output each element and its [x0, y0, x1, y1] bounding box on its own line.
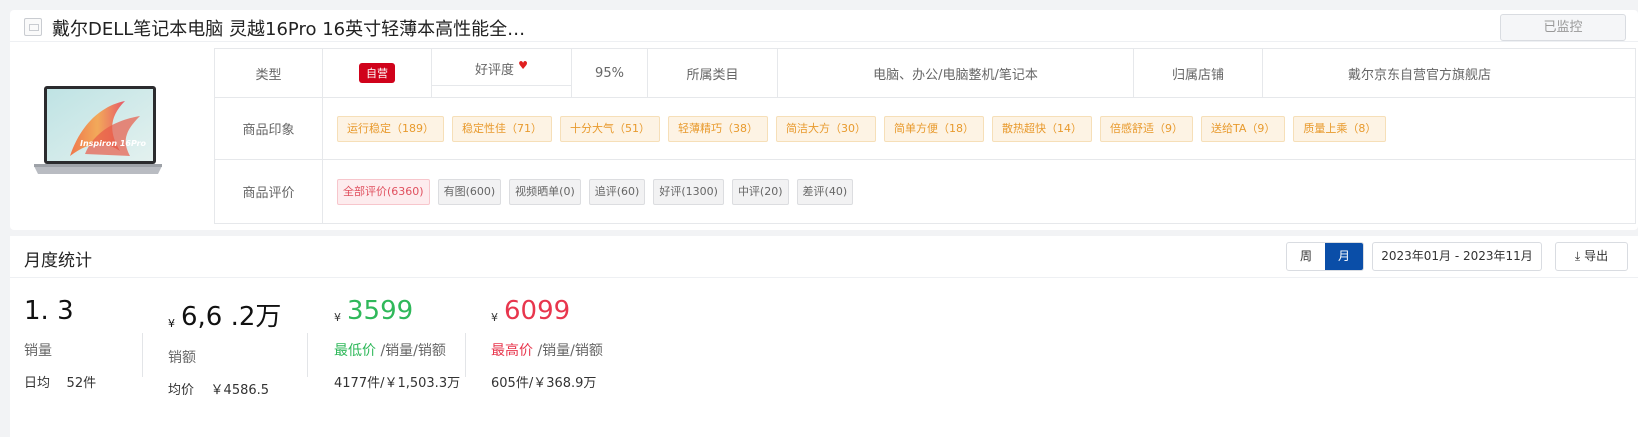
info-row-impressions: 商品印象 运行稳定（189） 稳定性佳（71） 十分大气（51） 轻薄精巧（38…: [215, 98, 1635, 160]
product-image-caption: Inspiron 16Pro: [80, 139, 147, 148]
comment-filter-neutral[interactable]: 中评(20): [731, 178, 789, 205]
daily-avg: 日均 52件: [24, 372, 96, 391]
lowest-price-value: 3599: [347, 296, 414, 326]
avg-price-label: 均价: [168, 383, 195, 398]
info-row-basic: 类型 自营 好评度 ♥ 95% 所属类目 电脑、办公/电脑整机/笔记本 归属店铺 …: [215, 49, 1635, 98]
comment-filter-positive[interactable]: 好评(1300): [653, 178, 724, 205]
lowest-price-detail: 4177件/￥1,503.3万: [334, 376, 461, 391]
currency-symbol: ¥: [491, 311, 498, 324]
monthly-stats-header: 月度统计 周 月 2023年01月 - 2023年11月 ⤓ 导出: [10, 236, 1638, 278]
comment-filter-video[interactable]: 视频晒单(0): [509, 178, 581, 205]
impression-tag[interactable]: 散热超快（14）: [992, 115, 1092, 142]
product-image[interactable]: Inspiron 16Pro: [30, 86, 166, 178]
avg-price-value: ￥4586.5: [210, 383, 270, 398]
revenue-label: 销额: [168, 350, 196, 366]
comment-filter-followup[interactable]: 追评(60): [588, 178, 646, 205]
store-value[interactable]: 戴尔京东自营官方旗舰店: [1263, 49, 1576, 97]
comment-label: 商品评价: [215, 160, 323, 223]
impression-tag[interactable]: 轻薄精巧（38）: [668, 115, 768, 142]
divider: [142, 333, 143, 377]
comment-filter-list: 全部评价(6360) 有图(600) 视频晒单(0) 追评(60) 好评(130…: [323, 160, 1635, 223]
comment-filter-with-image[interactable]: 有图(600): [437, 178, 502, 205]
export-label: 导出: [1584, 249, 1609, 263]
type-value-cell: 自营: [323, 49, 432, 97]
highest-price-label: 最高价 /销量/销额: [491, 343, 603, 359]
impression-tag[interactable]: 运行稳定（189）: [337, 115, 444, 142]
impression-tag[interactable]: 送给TA（9）: [1201, 115, 1286, 142]
product-title[interactable]: 戴尔DELL笔记本电脑 灵越16Pro 16英寸轻薄本高性能全…: [52, 15, 525, 41]
impression-tag[interactable]: 质量上乘（8）: [1293, 115, 1387, 142]
month-tab[interactable]: 月: [1325, 243, 1363, 270]
store-label: 归属店铺: [1134, 49, 1263, 97]
divider: [307, 333, 308, 377]
sales-label: 销量: [24, 343, 52, 359]
avg-price: 均价 ￥4586.5: [168, 379, 281, 398]
download-icon: ⤓: [1574, 249, 1581, 263]
info-row-comments: 商品评价 全部评价(6360) 有图(600) 视频晒单(0) 追评(60) 好…: [215, 160, 1635, 223]
monitored-button[interactable]: 已监控: [1500, 14, 1626, 41]
comment-filter-all[interactable]: 全部评价(6360): [337, 178, 430, 205]
currency-symbol: ¥: [334, 311, 341, 324]
rating-label-cell: 好评度 ♥: [432, 49, 572, 97]
rating-label: 好评度: [475, 63, 515, 78]
heart-icon: ♥: [518, 59, 528, 72]
category-label: 所属类目: [648, 49, 778, 97]
currency-symbol: ¥: [168, 317, 175, 330]
highest-price-value: 6099: [504, 296, 571, 326]
impression-tag[interactable]: 简洁大方（30）: [776, 115, 876, 142]
highest-price-stat: ¥6099 最高价 /销量/销额 605件/￥368.9万: [491, 296, 603, 391]
self-operated-badge: 自营: [359, 63, 395, 83]
category-value[interactable]: 电脑、办公/电脑整机/笔记本: [778, 49, 1134, 97]
divider: [465, 333, 466, 377]
product-info-table: 类型 自营 好评度 ♥ 95% 所属类目 电脑、办公/电脑整机/笔记本 归属店铺 …: [214, 48, 1636, 224]
period-toggle: 周 月: [1286, 242, 1364, 271]
impression-tag[interactable]: 十分大气（51）: [560, 115, 660, 142]
section-title: 月度统计: [24, 251, 92, 271]
product-title-bar: 戴尔DELL笔记本电脑 灵越16Pro 16英寸轻薄本高性能全… 已监控: [10, 14, 1638, 42]
impression-tag-list: 运行稳定（189） 稳定性佳（71） 十分大气（51） 轻薄精巧（38） 简洁大…: [323, 98, 1635, 159]
impression-tag[interactable]: 简单方便（18）: [884, 115, 984, 142]
comment-filter-negative[interactable]: 差评(40): [796, 178, 854, 205]
lowest-price-label: 最低价 /销量/销额: [334, 343, 446, 359]
date-range-picker[interactable]: 2023年01月 - 2023年11月: [1372, 242, 1542, 271]
rating-value: 95%: [572, 49, 648, 97]
revenue-stat: ¥6,6 .2万 销额 均价 ￥4586.5: [168, 296, 281, 398]
highest-price-detail: 605件/￥368.9万: [491, 376, 597, 391]
export-button[interactable]: ⤓ 导出: [1555, 242, 1628, 271]
lowest-price-stat: ¥3599 最低价 /销量/销额 4177件/￥1,503.3万: [334, 296, 460, 391]
revenue-value: 6,6 .2万: [181, 302, 282, 332]
image-placeholder-icon: [24, 18, 42, 36]
type-label: 类型: [215, 49, 323, 97]
daily-avg-value: 52件: [66, 376, 97, 391]
sales-stat: 1. 3 销量 日均 52件: [24, 296, 96, 391]
daily-avg-label: 日均: [24, 376, 51, 391]
impression-label: 商品印象: [215, 98, 323, 159]
impression-tag[interactable]: 稳定性佳（71）: [452, 115, 552, 142]
week-tab[interactable]: 周: [1287, 243, 1325, 270]
impression-tag[interactable]: 倍感舒适（9）: [1100, 115, 1193, 142]
sales-value: 1. 3: [24, 296, 74, 326]
